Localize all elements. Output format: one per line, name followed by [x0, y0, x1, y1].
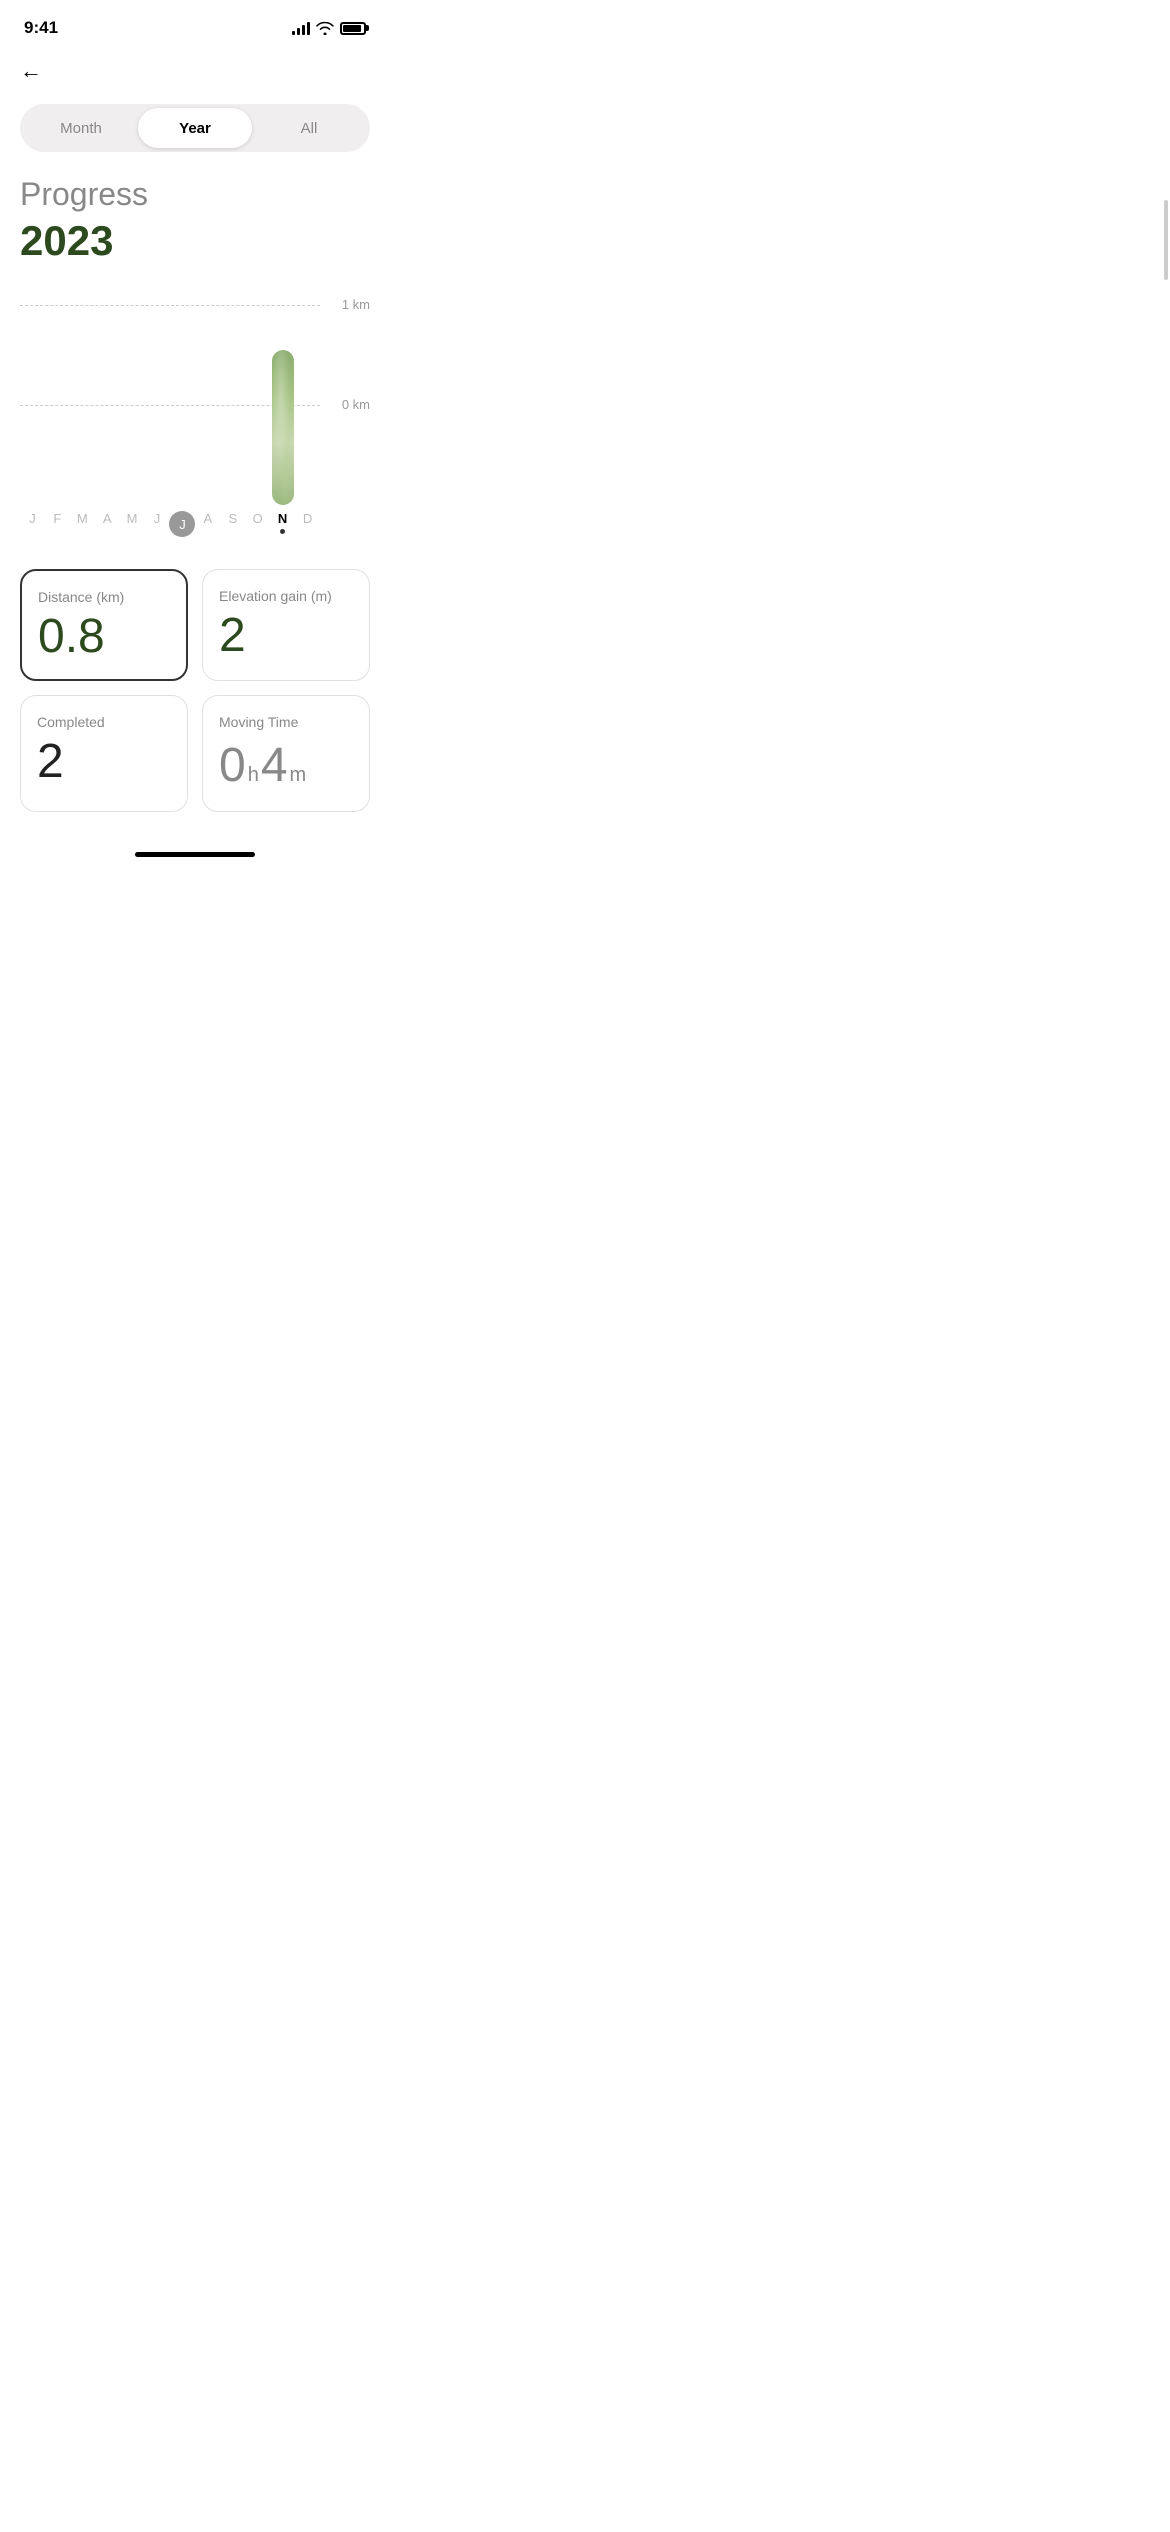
chart-y-label-1km: 1 km [342, 297, 370, 312]
signal-icon [292, 21, 310, 35]
x-axis: J F M A M J J A S O N D [20, 511, 320, 537]
moving-time-h-suffix: h [248, 764, 259, 787]
moving-time-m-suffix: m [290, 764, 307, 787]
home-bar [135, 852, 255, 857]
bar-col-jan [20, 305, 45, 505]
battery-icon [340, 22, 366, 35]
bar-col-jul [170, 305, 195, 505]
x-label-jun: J [145, 511, 170, 537]
stat-card-elevation[interactable]: Elevation gain (m) 2 [202, 569, 370, 681]
status-time: 9:41 [24, 18, 58, 38]
chart-y-label-0km: 0 km [342, 397, 370, 412]
stat-elevation-label: Elevation gain (m) [219, 588, 353, 604]
stat-moving-time-label: Moving Time [219, 714, 353, 730]
bar-col-nov[interactable] [270, 305, 295, 505]
stat-card-moving-time[interactable]: Moving Time 0 h 4 m [202, 695, 370, 812]
bar-col-feb [45, 305, 70, 505]
x-label-jan: J [20, 511, 45, 537]
segment-month[interactable]: Month [24, 108, 138, 148]
bars-area [20, 305, 320, 505]
stats-grid: Distance (km) 0.8 Elevation gain (m) 2 C… [0, 545, 390, 836]
status-bar: 9:41 [0, 0, 390, 50]
status-icons [292, 21, 366, 35]
x-label-aug: A [195, 511, 220, 537]
segment-all[interactable]: All [252, 108, 366, 148]
home-indicator [0, 836, 390, 865]
x-label-mar: M [70, 511, 95, 537]
bar-col-may [120, 305, 145, 505]
chart-area: 1 km 0 km [20, 285, 370, 505]
back-arrow-icon: ← [20, 58, 42, 83]
bar-col-dec [295, 305, 320, 505]
bar-col-mar [70, 305, 95, 505]
back-button[interactable]: ← [0, 50, 390, 96]
progress-section: Progress 2023 [0, 176, 390, 265]
bar-col-jun [145, 305, 170, 505]
wifi-icon [316, 21, 334, 35]
progress-year: 2023 [20, 217, 370, 265]
x-label-feb: F [45, 511, 70, 537]
bar-col-sep [220, 305, 245, 505]
bar-col-oct [245, 305, 270, 505]
x-label-may: M [120, 511, 145, 537]
stat-distance-value: 0.8 [38, 613, 170, 661]
stat-completed-label: Completed [37, 714, 171, 730]
stat-moving-time-value: 0 h 4 m [219, 738, 353, 793]
stat-distance-label: Distance (km) [38, 589, 170, 605]
x-label-jul-active[interactable]: J [169, 511, 195, 537]
stat-completed-value: 2 [37, 738, 171, 786]
moving-time-minutes: 4 [261, 738, 288, 793]
progress-label: Progress [20, 176, 370, 213]
chart-container: 1 km 0 km J F M A M J J A S O [20, 285, 370, 545]
x-label-nov-highlight[interactable]: N [270, 511, 295, 537]
x-label-sep: S [220, 511, 245, 537]
x-label-oct: O [245, 511, 270, 537]
bar-col-apr [95, 305, 120, 505]
segment-year[interactable]: Year [138, 108, 252, 148]
x-label-dec: D [295, 511, 320, 537]
stat-card-distance[interactable]: Distance (km) 0.8 [20, 569, 188, 681]
scrollbar[interactable] [1164, 200, 1168, 280]
segment-control: Month Year All [20, 104, 370, 152]
stat-elevation-value: 2 [219, 612, 353, 660]
moving-time-hours: 0 [219, 738, 246, 793]
bar-col-aug [195, 305, 220, 505]
stat-card-completed[interactable]: Completed 2 [20, 695, 188, 812]
x-label-apr: A [95, 511, 120, 537]
